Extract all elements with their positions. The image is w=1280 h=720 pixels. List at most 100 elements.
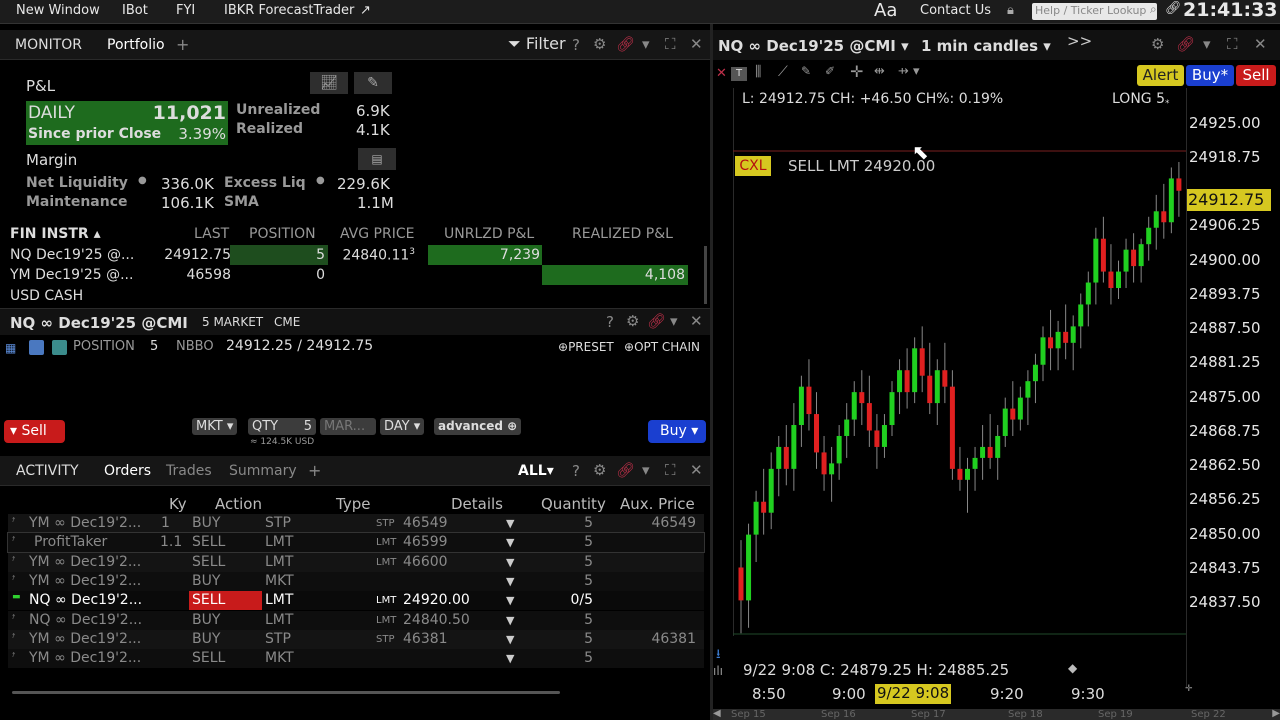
candle[interactable] [1070, 315, 1076, 371]
candle[interactable] [1032, 353, 1038, 404]
candle[interactable] [1040, 326, 1046, 382]
line-tool-icon[interactable]: ⟋ [778, 64, 788, 80]
sell-button[interactable]: ▾ Sell [4, 420, 65, 443]
expand-icon[interactable]: ⛶ [665, 461, 676, 479]
candle[interactable] [1146, 216, 1152, 261]
chart-buy-button[interactable]: Buy* [1186, 65, 1234, 86]
expand-arrows-icon[interactable]: >> [1067, 32, 1092, 50]
candle[interactable] [1100, 216, 1106, 283]
expand-icon[interactable]: ⛶ [1227, 35, 1238, 53]
cancel-order-button[interactable]: CXL [735, 156, 771, 176]
menu-fyi[interactable]: FYI [176, 3, 195, 18]
chevron-down-icon[interactable]: ▼ [506, 594, 514, 607]
link-icon[interactable]: 🔗︎ [616, 35, 635, 53]
candle[interactable] [1078, 293, 1084, 349]
candle[interactable] [1063, 304, 1069, 360]
chevron-down-icon[interactable]: ▼ [506, 614, 514, 627]
contact-us-link[interactable]: Contact Us [920, 3, 991, 18]
chart-title[interactable]: NQ ∞ Dec19'25 @CMI ▾ [718, 37, 909, 55]
pen-tool-icon[interactable]: ✎ [801, 64, 811, 78]
candle[interactable] [987, 414, 993, 469]
chart-small-icon[interactable] [52, 340, 67, 355]
menu-forecasttrader[interactable]: IBKR ForecastTrader [224, 3, 354, 18]
candle[interactable] [1153, 194, 1159, 250]
add-tab-icon[interactable]: + [308, 461, 321, 480]
market-field[interactable]: MAR... [320, 418, 376, 435]
opt-chain-button[interactable]: ⊕OPT CHAIN [624, 340, 700, 354]
candle[interactable] [980, 425, 986, 480]
help-icon[interactable]: ? [572, 36, 580, 54]
candle[interactable] [942, 342, 948, 404]
candle[interactable] [1116, 260, 1121, 299]
chevron-down-icon[interactable]: ▾ [1203, 35, 1211, 53]
contract-icon[interactable] [29, 340, 44, 355]
candle[interactable] [904, 348, 910, 409]
table-row[interactable]: ⭎ YM ∞ Dec19'2... BUY STP STP 46381 ▼ 5 46381 [8, 630, 704, 649]
candle[interactable] [753, 490, 759, 563]
pan-tool-icon[interactable]: ⇸ ▾ [898, 64, 920, 79]
nav-right-icon[interactable]: ▶ [1272, 708, 1280, 719]
candle[interactable] [897, 359, 903, 415]
chevron-down-icon[interactable]: ▾ [642, 35, 650, 53]
col-unrlzd[interactable]: UNRLZD P&L [444, 226, 534, 242]
chevron-down-icon[interactable]: ▼ [506, 517, 514, 530]
col-avg-price[interactable]: AVG PRICE [340, 226, 414, 242]
scrollbar[interactable] [704, 246, 707, 304]
margin-detail-icon[interactable]: ▤ [358, 148, 396, 170]
col-position[interactable]: POSITION [249, 226, 316, 242]
candle[interactable] [1131, 233, 1137, 283]
tab-portfolio[interactable]: Portfolio [107, 37, 165, 53]
candle[interactable] [851, 381, 857, 436]
orders-filter-select[interactable]: ALL▾ [518, 463, 554, 479]
gear-icon[interactable]: ⚙ [626, 312, 639, 330]
gear-icon[interactable]: ⚙ [593, 461, 606, 479]
expand-icon[interactable]: ⛶ [665, 35, 676, 53]
candle[interactable] [1055, 320, 1061, 371]
tab-activity[interactable]: ACTIVITY [16, 463, 79, 479]
chevron-down-icon[interactable]: ▼ [506, 633, 514, 646]
status-icon[interactable]: ⭎ [12, 573, 15, 583]
candle[interactable] [889, 381, 895, 436]
table-row[interactable]: ▬ NQ ∞ Dec19'2... SELL LMT LMT 24920.00 ▼ 0/5 [8, 591, 704, 610]
help-icon[interactable]: ? [606, 313, 614, 331]
chevron-down-icon[interactable]: ▼ [506, 575, 514, 588]
candle[interactable] [814, 392, 819, 469]
horizontal-scrollbar[interactable] [12, 691, 560, 694]
candle[interactable] [791, 403, 797, 491]
candle[interactable] [761, 468, 767, 535]
candle[interactable] [806, 359, 812, 431]
chevron-down-icon[interactable]: ▾ [670, 312, 678, 330]
link-icon[interactable]: 🔗︎ [647, 312, 666, 330]
table-row[interactable]: NQ Dec19'25 @... 24912.75 5 24840.113 7,… [10, 247, 690, 266]
close-icon[interactable]: ✕ [690, 461, 703, 479]
crosshair-icon[interactable]: ✛ [850, 62, 863, 81]
status-icon[interactable]: ⭎ [12, 515, 15, 525]
close-icon[interactable]: ✕ [690, 312, 703, 330]
help-icon[interactable]: ? [572, 462, 580, 480]
candle[interactable] [1085, 271, 1091, 327]
candle[interactable] [821, 435, 827, 491]
candle[interactable] [844, 403, 850, 458]
table-row[interactable]: YM Dec19'25 @... 46598 0 4,108 [10, 267, 690, 286]
chevron-down-icon[interactable]: ▼ [506, 536, 514, 549]
col-quantity[interactable]: Quantity [541, 495, 606, 513]
zoom-tool-icon[interactable]: ⇹ [874, 64, 885, 79]
chevron-down-icon[interactable]: ▼ [506, 652, 514, 665]
text-tool-icon[interactable]: T [731, 67, 747, 81]
candle[interactable] [1048, 309, 1054, 371]
col-action[interactable]: Action [215, 495, 262, 513]
candle[interactable] [1093, 227, 1099, 305]
candle[interactable] [738, 540, 744, 634]
candle[interactable] [1138, 238, 1144, 283]
close-small-icon[interactable]: ✕ [716, 66, 727, 81]
col-type[interactable]: Type [336, 495, 370, 513]
advanced-button[interactable]: advanced ⊕ [434, 418, 522, 435]
gear-icon[interactable]: ⚙ [593, 35, 606, 53]
chart-navigator[interactable]: ◀ Sep 15 Sep 16 Sep 17 Sep 18 Sep 19 Sep… [713, 708, 1280, 720]
candle[interactable] [919, 326, 925, 393]
alert-button[interactable]: Alert [1137, 65, 1184, 86]
interval-select[interactable]: 1 min candles ▾ [921, 37, 1051, 55]
ticker-lookup-input[interactable]: Help / Ticker Lookup [1032, 3, 1157, 20]
candle[interactable] [1010, 381, 1016, 436]
col-ky[interactable]: Ky [169, 495, 187, 513]
